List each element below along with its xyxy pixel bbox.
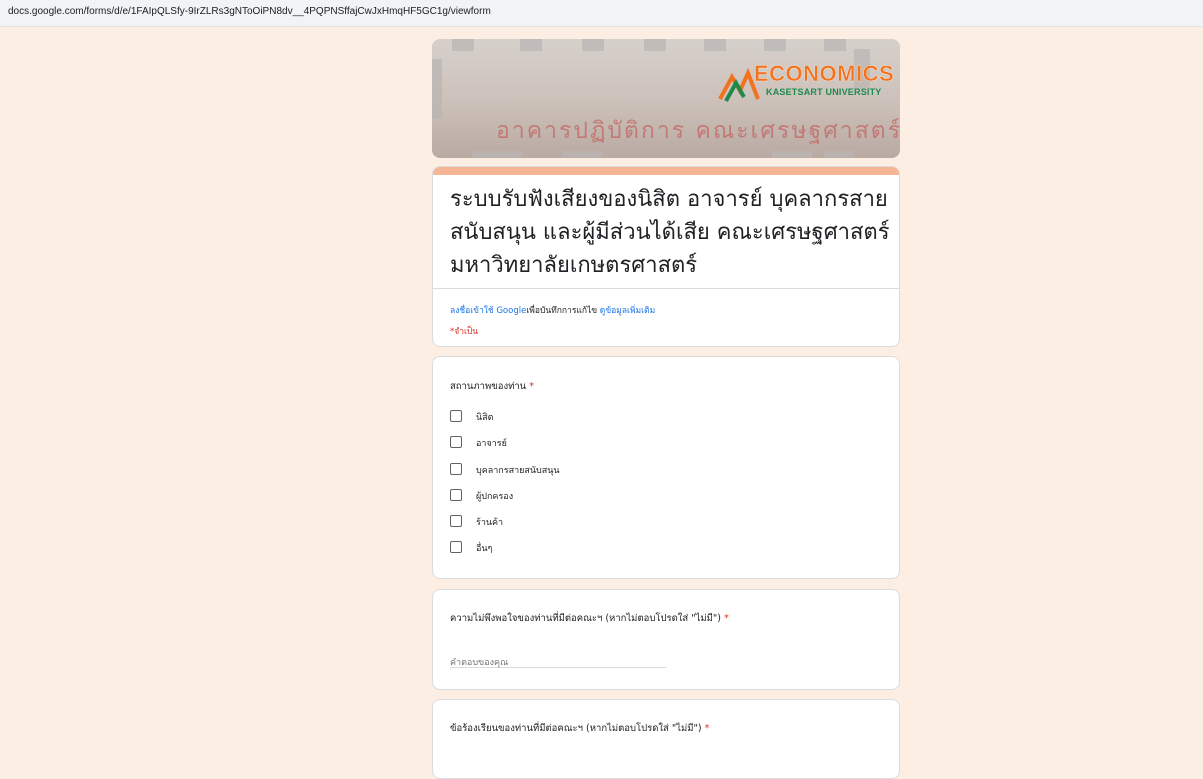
address-bar[interactable]: docs.google.com/forms/d/e/1FAIpQLSfy-9Ir…	[0, 0, 1203, 27]
signin-text: เพื่อบันทึกการแก้ไข	[526, 306, 598, 316]
checkbox[interactable]	[450, 436, 462, 448]
option-label[interactable]: อื่นๆ	[476, 541, 492, 555]
header-banner-image: อาคารปฏิบัติการ คณะเศรษฐศาสตร์ ECONOMICS…	[432, 39, 900, 158]
checkbox[interactable]	[450, 541, 462, 553]
question-title: ความไม่พึงพอใจของท่านที่มีต่อคณะฯ (หากไม…	[450, 613, 729, 624]
economics-logo: ECONOMICS KASETSART UNIVERSITY	[718, 57, 894, 105]
more-info-link[interactable]: ดูข้อมูลเพิ่มเติม	[600, 306, 655, 316]
logo-text: ECONOMICS	[754, 61, 895, 86]
logo-subtext: KASETSART UNIVERSITY	[766, 87, 882, 97]
checkbox[interactable]	[450, 515, 462, 527]
question-title: สถานภาพของท่าน *	[450, 381, 534, 392]
signin-link[interactable]: ลงชื่อเข้าใช้ Google	[450, 306, 526, 316]
required-asterisk: *	[704, 723, 710, 734]
theme-accent-bar	[433, 167, 899, 175]
option-label[interactable]: ผู้ปกครอง	[476, 489, 513, 503]
checkbox[interactable]	[450, 489, 462, 501]
option-label[interactable]: อาจารย์	[476, 436, 507, 450]
required-asterisk: *	[724, 613, 729, 624]
divider	[433, 288, 899, 289]
answer-input[interactable]	[450, 658, 666, 668]
question-card-dissatisfaction: ความไม่พึงพอใจของท่านที่มีต่อคณะฯ (หากไม…	[432, 589, 900, 690]
building-sign: อาคารปฏิบัติการ คณะเศรษฐศาสตร์	[496, 118, 900, 144]
question-title: ข้อร้องเรียนของท่านที่มีต่อคณะฯ (หากไม่ต…	[450, 723, 710, 734]
signin-notice: ลงชื่อเข้าใช้ Googleเพื่อบันทึกการแก้ไข …	[450, 303, 655, 317]
checkbox[interactable]	[450, 410, 462, 422]
question-card-complaint: ข้อร้องเรียนของท่านที่มีต่อคณะฯ (หากไม่ต…	[432, 699, 900, 779]
option-label[interactable]: ร้านค้า	[476, 515, 503, 529]
required-asterisk: *	[529, 381, 534, 392]
form-title: ระบบรับฟังเสียงของนิสิต อาจารย์ บุคลากรส…	[450, 187, 890, 278]
option-label[interactable]: บุคลากรสายสนับสนุน	[476, 463, 560, 477]
option-label[interactable]: นิสิต	[476, 410, 494, 424]
url-text[interactable]: docs.google.com/forms/d/e/1FAIpQLSfy-9Ir…	[8, 6, 491, 17]
checkbox[interactable]	[450, 463, 462, 475]
question-card-status: สถานภาพของท่าน * นิสิต อาจารย์ บุคลากรสา…	[432, 356, 900, 579]
form-header-card: ระบบรับฟังเสียงของนิสิต อาจารย์ บุคลากรส…	[432, 166, 900, 347]
required-note: *จำเป็น	[450, 327, 479, 337]
short-answer-field[interactable]	[450, 650, 666, 668]
